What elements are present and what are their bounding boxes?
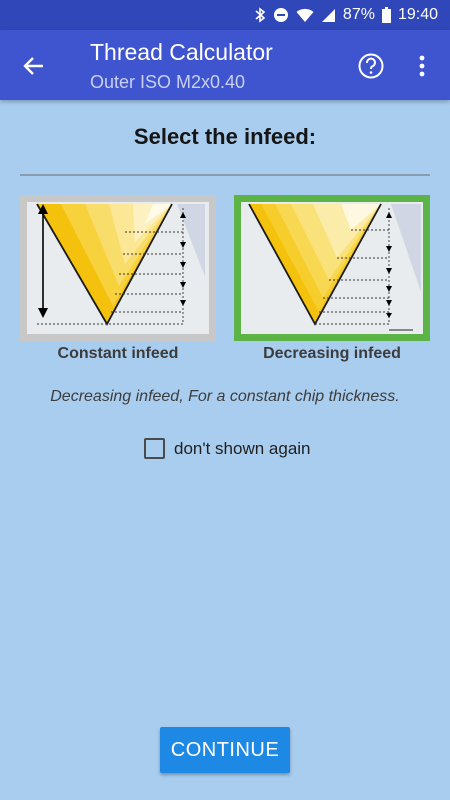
continue-button[interactable]: CONTINUE [160,727,290,773]
wifi-icon [296,8,314,23]
dont-show-again-row[interactable]: don't shown again [144,438,311,459]
infeed-heading: Select the infeed: [133,124,317,149]
infeed-description: Decreasing infeed, For a constant chip t… [50,388,400,405]
bluetooth-icon [254,7,266,23]
option-frame-selected [234,195,430,341]
dont-show-again-label: don't shown again [174,438,311,458]
do-not-disturb-icon [273,7,289,23]
dont-show-again-checkbox[interactable] [144,438,165,459]
option-constant-infeed[interactable]: Constant infeed [20,195,216,365]
signal-icon [321,8,336,23]
status-time: 19:40 [397,6,438,23]
option-label: Decreasing infeed [263,345,401,362]
decreasing-infeed-diagram [241,202,423,334]
help-button[interactable] [356,51,386,81]
app-bar: Thread Calculator Outer ISO M2x0.40 [0,30,450,100]
battery-level: 87% [342,6,375,23]
divider [20,174,430,176]
back-button[interactable] [18,50,50,82]
page-title: Thread Calculator [90,39,273,65]
help-circle-icon [358,53,384,79]
status-bar: 87% 19:40 [0,0,450,30]
constant-infeed-diagram [27,202,209,334]
more-options-button[interactable] [408,51,436,81]
more-vert-icon [419,55,425,77]
option-label: Constant infeed [57,345,179,362]
option-frame [20,195,216,341]
battery-icon [381,7,391,23]
option-decreasing-infeed[interactable]: Decreasing infeed [234,195,430,365]
page-subtitle: Outer ISO M2x0.40 [90,72,246,92]
arrow-back-icon [23,57,43,75]
